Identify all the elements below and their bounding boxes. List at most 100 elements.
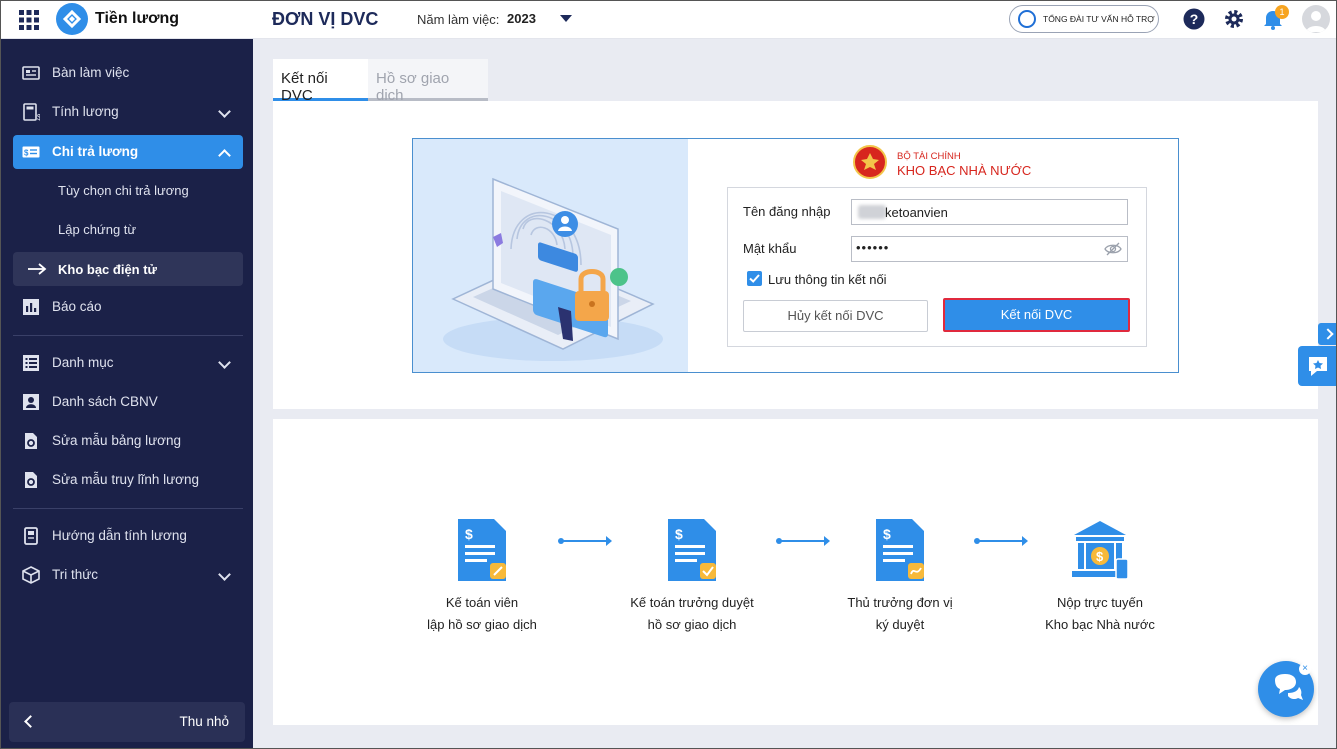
sidebar-divider bbox=[13, 508, 243, 509]
workflow-step-chief-accountant: $ Kế toán trưởng duyệt hồ sơ giao dịch bbox=[612, 519, 772, 636]
feedback-button[interactable] bbox=[1298, 346, 1336, 386]
close-icon[interactable]: × bbox=[1299, 663, 1311, 675]
top-header: Tiền lương ĐƠN VỊ DVC Năm làm việc: 2023… bbox=[1, 1, 1336, 39]
template-gear-icon bbox=[25, 433, 37, 449]
sidebar-item-edit-payroll-template[interactable]: Sửa mẫu bảng lương bbox=[13, 424, 243, 458]
password-label: Mật khẩu bbox=[743, 241, 797, 256]
svg-text:$: $ bbox=[883, 526, 891, 542]
chevron-left-icon bbox=[24, 715, 37, 728]
sidebar-subitem-label: Lập chứng từ bbox=[58, 222, 137, 237]
chevron-up-icon bbox=[218, 149, 231, 162]
chevron-down-icon bbox=[218, 105, 231, 118]
sidebar-item-categories[interactable]: Danh mục bbox=[13, 346, 243, 380]
workflow-panel: $ Kế toán viên lập hồ sơ giao dịch $ Kế … bbox=[273, 419, 1318, 725]
eye-slash-icon[interactable] bbox=[1104, 241, 1122, 257]
svg-text:$: $ bbox=[675, 526, 683, 542]
treasury-name: KHO BẠC NHÀ NƯỚC bbox=[897, 163, 1032, 178]
help-icon[interactable]: ? bbox=[1183, 8, 1205, 30]
workflow-step-submit-treasury: $ Nộp trực tuyến Kho bạc Nhà nước bbox=[1020, 519, 1180, 636]
username-input[interactable]: ketoanvien bbox=[851, 199, 1128, 225]
expand-panel-button[interactable] bbox=[1318, 323, 1336, 345]
workflow-step-accountant: $ Kế toán viên lập hồ sơ giao dịch bbox=[402, 519, 562, 636]
app-logo[interactable] bbox=[56, 3, 88, 35]
sidebar-item-label: Danh sách CBNV bbox=[52, 394, 158, 409]
state-treasury-emblem bbox=[853, 145, 887, 179]
app-window: Tiền lương ĐƠN VỊ DVC Năm làm việc: 2023… bbox=[0, 0, 1337, 749]
step-line1: Kế toán viên bbox=[445, 595, 519, 610]
sidebar-item-label: Hướng dẫn tính lương bbox=[52, 528, 187, 543]
sidebar-subitem-payment-options[interactable]: Tùy chọn chi trả lương bbox=[13, 173, 243, 207]
svg-text:$: $ bbox=[465, 526, 473, 542]
sidebar-item-edit-arrears-template[interactable]: Sửa mẫu truy lĩnh lương bbox=[13, 463, 243, 497]
unit-title: ĐƠN VỊ DVC bbox=[272, 9, 379, 29]
document-sign-icon: $ bbox=[876, 519, 924, 581]
sidebar-item-employees[interactable]: Danh sách CBNV bbox=[13, 385, 243, 419]
remember-label: Lưu thông tin kết nối bbox=[768, 272, 887, 287]
guide-book-icon bbox=[24, 527, 38, 545]
hotline-button[interactable]: TỔNG ĐÀI TƯ VẤN HỖ TRỢ bbox=[1009, 5, 1159, 33]
connect-card: BỘ TÀI CHÍNH KHO BẠC NHÀ NƯỚC Tên đăng n… bbox=[412, 138, 1179, 373]
login-form: Tên đăng nhập ketoanvien Mật khẩu ••••••… bbox=[727, 187, 1147, 347]
desk-icon bbox=[22, 66, 40, 80]
tab-connect-dvc[interactable]: Kết nối DVC bbox=[273, 59, 368, 104]
employee-icon bbox=[23, 394, 39, 410]
flow-arrow bbox=[974, 536, 1028, 546]
collapse-label: Thu nhỏ bbox=[179, 714, 229, 729]
year-label: Năm làm việc: bbox=[417, 12, 500, 27]
step-line1: Nộp trực tuyến bbox=[1056, 595, 1144, 610]
cube-icon bbox=[22, 566, 40, 584]
year-select[interactable]: 2023 bbox=[507, 11, 536, 26]
remember-checkbox[interactable] bbox=[747, 271, 762, 286]
sidebar-item-label: Tính lương bbox=[52, 104, 119, 119]
treasury-bank-icon: $ bbox=[1072, 521, 1129, 580]
sidebar-item-label: Chi trả lương bbox=[52, 144, 139, 159]
sidebar-item-payroll[interactable]: $ Tính lương bbox=[13, 95, 243, 129]
disconnect-dvc-button[interactable]: Hủy kết nối DVC bbox=[743, 300, 928, 332]
step-line2: ký duyệt bbox=[875, 617, 925, 632]
connect-dvc-button[interactable]: Kết nối DVC bbox=[943, 298, 1130, 332]
sidebar-item-label: Sửa mẫu truy lĩnh lương bbox=[52, 472, 199, 487]
template-gear-icon bbox=[25, 472, 37, 488]
step-line1: Kế toán trưởng duyệt bbox=[630, 595, 754, 610]
document-edit-icon: $ bbox=[458, 519, 506, 581]
sidebar-subitem-label: Kho bạc điện tử bbox=[58, 262, 157, 277]
sidebar: Bàn làm việc $ Tính lương $ Chi trả lươn… bbox=[1, 39, 253, 748]
username-value: ketoanvien bbox=[885, 205, 948, 220]
notification-badge: 1 bbox=[1275, 5, 1289, 19]
chevron-down-icon bbox=[218, 356, 231, 369]
flow-arrow bbox=[558, 536, 612, 546]
phone-icon bbox=[1018, 10, 1036, 28]
app-title: Tiền lương bbox=[95, 10, 179, 27]
sidebar-item-label: Bàn làm việc bbox=[52, 65, 130, 80]
sidebar-item-desk[interactable]: Bàn làm việc bbox=[13, 56, 243, 90]
chevron-down-icon[interactable] bbox=[560, 15, 572, 22]
user-avatar[interactable] bbox=[1302, 5, 1330, 33]
sidebar-item-label: Danh mục bbox=[52, 355, 114, 370]
workflow-step-head-of-unit: $ Thủ trưởng đơn vị ký duyệt bbox=[820, 519, 980, 636]
report-chart-icon bbox=[23, 299, 39, 315]
sidebar-item-salary-payment[interactable]: $ Chi trả lương bbox=[13, 135, 243, 169]
sidebar-subitem-vouchers[interactable]: Lập chứng từ bbox=[13, 212, 243, 246]
sidebar-item-label: Tri thức bbox=[52, 567, 99, 582]
list-icon bbox=[23, 355, 39, 371]
svg-text:?: ? bbox=[1190, 11, 1199, 27]
gear-icon[interactable] bbox=[1223, 8, 1245, 30]
sidebar-item-payroll-guide[interactable]: Hướng dẫn tính lương bbox=[13, 519, 243, 553]
sidebar-subitem-e-treasury[interactable]: Kho bạc điện tử bbox=[13, 252, 243, 286]
calculator-icon: $ bbox=[23, 103, 40, 121]
money-card-icon: $ bbox=[22, 146, 40, 158]
password-value: •••••• bbox=[856, 240, 890, 255]
sidebar-item-knowledge[interactable]: Tri thức bbox=[13, 558, 243, 592]
sidebar-item-label: Sửa mẫu bảng lương bbox=[52, 433, 182, 448]
password-input[interactable]: •••••• bbox=[851, 236, 1128, 262]
hotline-label: TỔNG ĐÀI TƯ VẤN HỖ TRỢ bbox=[1043, 14, 1155, 24]
chevron-down-icon bbox=[218, 568, 231, 581]
collapse-sidebar-button[interactable]: Thu nhỏ bbox=[9, 702, 245, 742]
step-line1: Thủ trưởng đơn vị bbox=[847, 595, 953, 610]
apps-grid-icon[interactable] bbox=[19, 10, 39, 30]
sidebar-subitem-label: Tùy chọn chi trả lương bbox=[58, 183, 189, 198]
arrow-right-icon bbox=[28, 263, 47, 275]
security-illustration bbox=[413, 139, 688, 372]
tab-transaction-records[interactable]: Hồ sơ giao dịch bbox=[368, 59, 488, 104]
sidebar-item-reports[interactable]: Báo cáo bbox=[13, 290, 243, 324]
